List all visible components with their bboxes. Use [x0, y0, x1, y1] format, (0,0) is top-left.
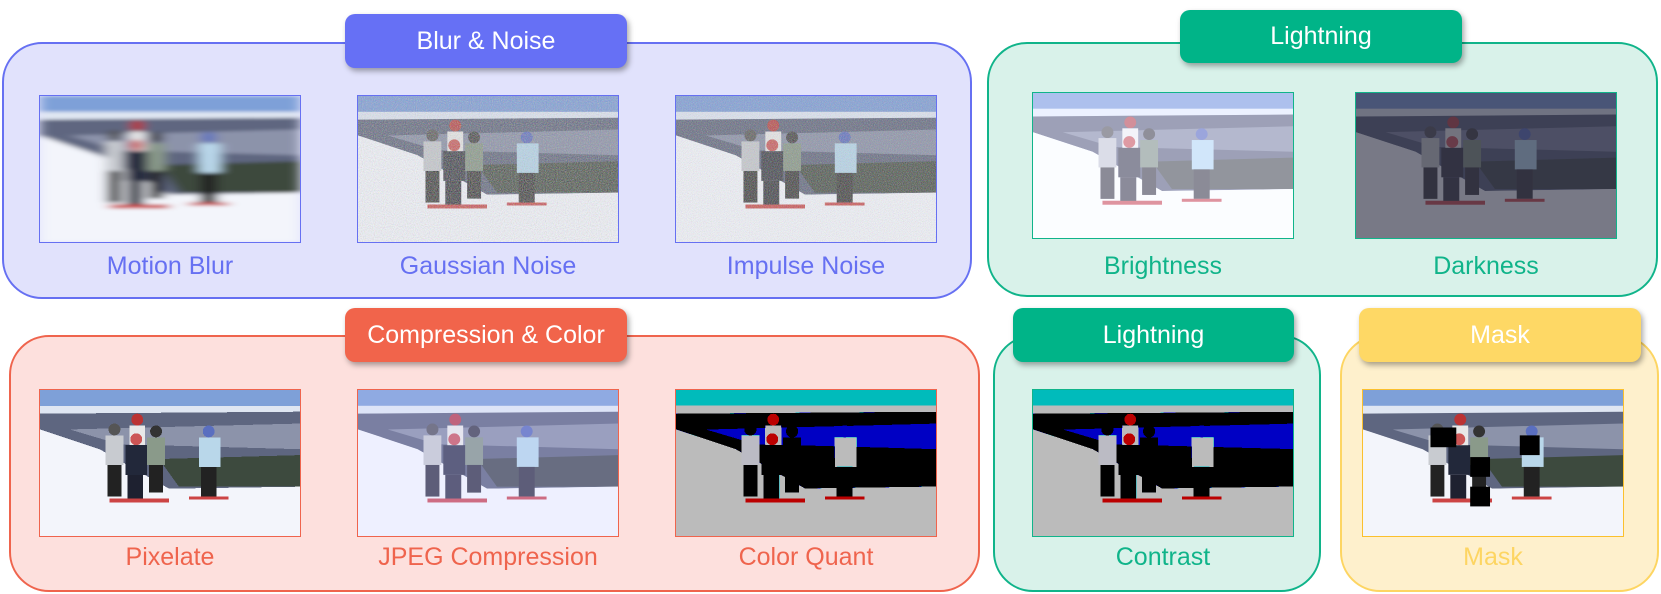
- label-brightness: Brightness: [1103, 252, 1223, 280]
- image-motion-blur: [39, 95, 301, 243]
- mask-block: [1470, 486, 1491, 507]
- image-jpeg-compression: [357, 389, 619, 537]
- label-mask: Mask: [1463, 543, 1523, 571]
- label-impulse-noise: Impulse Noise: [726, 252, 886, 280]
- mask-block: [1470, 457, 1491, 477]
- label-contrast: Contrast: [1115, 543, 1211, 571]
- label-gaussian-noise: Gaussian Noise: [399, 252, 577, 280]
- mask-block: [1519, 435, 1540, 456]
- group-title-lightning-bottom: Lightning: [1013, 308, 1294, 362]
- label-pixelate: Pixelate: [125, 543, 215, 571]
- image-impulse-noise: [675, 95, 937, 243]
- image-mask: [1362, 389, 1624, 537]
- group-title-blur-noise: Blur & Noise: [345, 14, 627, 68]
- image-contrast: [1032, 389, 1294, 537]
- label-color-quant: Color Quant: [738, 543, 874, 571]
- label-darkness: Darkness: [1433, 252, 1539, 280]
- image-brightness: [1032, 92, 1294, 239]
- group-title-mask: Mask: [1359, 308, 1641, 362]
- image-darkness: [1355, 92, 1617, 239]
- group-title-compression-color: Compression & Color: [345, 308, 627, 362]
- group-title-lightning-top: Lightning: [1180, 10, 1462, 63]
- label-motion-blur: Motion Blur: [106, 252, 234, 280]
- mask-block: [1430, 427, 1457, 448]
- image-gaussian-noise: [357, 95, 619, 243]
- image-pixelate: [39, 389, 301, 537]
- image-color-quant: [675, 389, 937, 537]
- label-jpeg-compression: JPEG Compression: [378, 543, 598, 571]
